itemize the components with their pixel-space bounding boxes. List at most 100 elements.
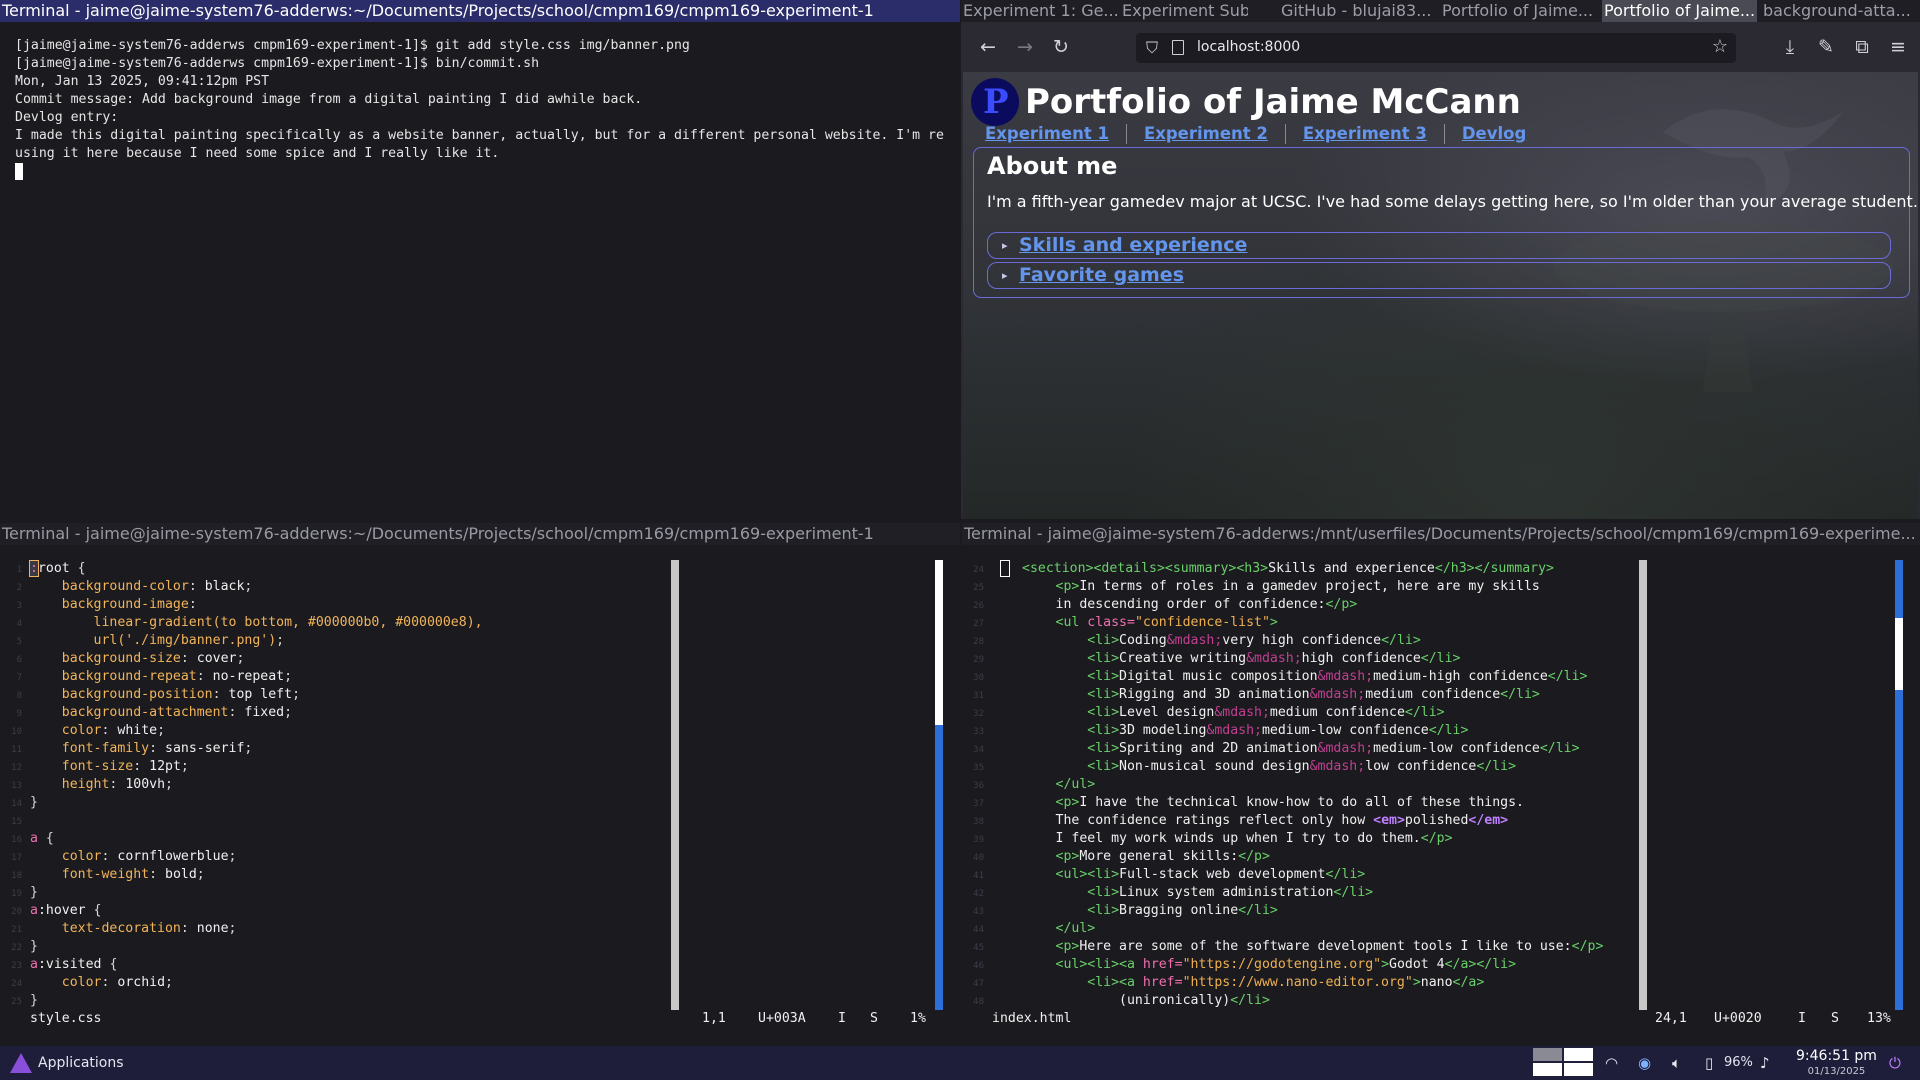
reload-icon[interactable]: ↻: [1048, 34, 1074, 60]
terminal-1[interactable]: [jaime@jaime-system76-adderws cmpm169-ex…: [0, 22, 960, 519]
about-heading: About me: [987, 152, 1118, 180]
code-line: 24 <section><details><summary><h3>Skills …: [973, 560, 1554, 577]
clock-date: 01/13/2025: [1807, 1066, 1866, 1077]
code-line: 25}: [11, 993, 38, 1008]
notification-bell-icon[interactable]: ♪: [1760, 1054, 1770, 1072]
code-line: 33 <li>3D modeling&mdash;medium-low conf…: [973, 723, 1469, 738]
nav-link-devlog[interactable]: Devlog: [1462, 124, 1543, 144]
code-line: 10 color: white;: [11, 723, 166, 738]
details-summary[interactable]: Skills and experience: [1019, 234, 1247, 256]
editor-scrollbar[interactable]: [1639, 560, 1647, 1010]
menu-icon[interactable]: ≡: [1885, 34, 1911, 60]
code-line: 9 background-attachment: fixed;: [16, 705, 293, 720]
code-line: 23 a:visited {: [11, 957, 118, 972]
browser-tab[interactable]: GitHub - blujai83...: [1279, 0, 1434, 22]
browser-tab[interactable]: Experiment Sub...: [1120, 0, 1248, 22]
code-line: 18 font-weight: bold;: [11, 867, 205, 882]
power-icon[interactable]: ⏻: [1889, 1054, 1901, 1072]
browser-tab-active[interactable]: Portfolio of Jaime...: [1602, 0, 1757, 22]
url-text[interactable]: localhost:8000: [1197, 39, 1300, 55]
applications-menu-button[interactable]: Applications: [8, 1052, 124, 1074]
wifi-icon[interactable]: ◠: [1605, 1054, 1618, 1072]
code-line: 41 <ul><li>Full-stack web development</l…: [973, 867, 1366, 882]
site-logo[interactable]: P: [971, 78, 1019, 126]
code-line: 14}: [11, 795, 38, 810]
workspace-2[interactable]: [1564, 1048, 1593, 1061]
scrollbar-track[interactable]: [1895, 560, 1903, 618]
status-position: 1,1: [702, 1011, 726, 1026]
volume-icon[interactable]: 🔈︎: [1672, 1054, 1681, 1072]
workspace-4[interactable]: [1564, 1063, 1593, 1076]
forward-arrow-icon[interactable]: →: [1012, 34, 1038, 60]
browser-tab[interactable]: Experiment 1: Ge...: [961, 0, 1118, 22]
extensions-icon[interactable]: ⧉: [1849, 34, 1875, 60]
url-bar[interactable]: ⛉ localhost:8000 ☆: [1136, 33, 1736, 63]
code-line: 48 (unironically)</li>: [973, 993, 1270, 1008]
code-line: 45 <p>Here are some of the software deve…: [973, 939, 1604, 954]
terminal-line: Mon, Jan 13 2025, 09:41:12pm PST: [15, 74, 270, 89]
scrollbar-track[interactable]: [1895, 690, 1903, 1010]
code-line: 43 <li>Bragging online</li>: [973, 903, 1278, 918]
details-summary[interactable]: Favorite games: [1019, 264, 1184, 286]
nav-link-experiment-1[interactable]: Experiment 1: [985, 124, 1127, 144]
disclosure-triangle-icon: ▸: [1002, 269, 1008, 282]
code-line: 34 <li>Spriting and 2D animation&mdash;m…: [973, 741, 1580, 756]
code-line: 2 background-color: black;: [16, 579, 253, 594]
code-line: 20 a:hover {: [11, 903, 102, 918]
code-line: 5 url('./img/banner.png');: [16, 633, 285, 648]
html-editor[interactable]: 24 <section><details><summary><h3>Skills …: [962, 556, 1920, 1016]
wrench-icon[interactable]: ✎: [1813, 34, 1839, 60]
scrollbar-thumb[interactable]: [935, 560, 943, 725]
about-section: About me I'm a fifth-year gamedev major …: [973, 147, 1918, 298]
terminal-line: Devlog entry:: [15, 110, 119, 125]
code-line: 31 <li>Rigging and 3D animation&mdash;me…: [973, 687, 1540, 702]
shield-icon[interactable]: ⛉: [1146, 38, 1158, 58]
css-editor[interactable]: 1:root { 2 background-color: black; 3 ba…: [0, 556, 960, 1016]
status-filename: index.html: [992, 1011, 1072, 1026]
nav-link-experiment-2[interactable]: Experiment 2: [1144, 124, 1286, 144]
status-s: S: [1831, 1011, 1839, 1026]
code-line: 35 <li>Non-musical sound design&mdash;lo…: [973, 759, 1517, 774]
workspace-switcher[interactable]: [1533, 1048, 1595, 1078]
code-line: 13 height: 100vh;: [11, 777, 173, 792]
bookmark-star-icon[interactable]: ☆: [1712, 36, 1728, 57]
status-char: U+0020: [1714, 1011, 1762, 1026]
browser-viewport: P Portfolio of Jaime McCann Experiment 1…: [963, 72, 1918, 519]
clock-time: 9:46:51 pm: [1796, 1048, 1877, 1064]
battery-icon[interactable]: ▯: [1705, 1054, 1713, 1072]
nav-link-experiment-3[interactable]: Experiment 3: [1303, 124, 1445, 144]
workspace-1[interactable]: [1533, 1048, 1562, 1061]
download-icon[interactable]: ⤓: [1777, 34, 1803, 60]
scrollbar-track[interactable]: [935, 725, 943, 1010]
code-line: 4 linear-gradient(to bottom, #000000b0, …: [16, 615, 483, 630]
status-percent: 13%: [1867, 1011, 1891, 1026]
editor-scrollbar[interactable]: [671, 560, 679, 1010]
code-line: 24 color: orchid;: [11, 975, 173, 990]
code-line: 11 font-family: sans-serif;: [11, 741, 253, 756]
status-position: 24,1: [1655, 1011, 1687, 1026]
browser-tab[interactable]: background-atta...: [1761, 0, 1920, 22]
browser-tab[interactable]: Portfolio of Jaime...: [1440, 0, 1597, 22]
code-line: 1:root {: [16, 560, 86, 577]
code-line: 6 background-size: cover;: [16, 651, 245, 666]
terminal-line: [jaime@jaime-system76-adderws cmpm169-ex…: [15, 38, 690, 53]
details-skills[interactable]: ▸ Skills and experience: [987, 232, 1891, 259]
browser-toolbar: ← → ↻ ⛉ localhost:8000 ☆ ⤓ ✎ ⧉ ≡: [961, 22, 1920, 72]
code-line: 39 I feel my work winds up when I try to…: [973, 831, 1453, 846]
clock[interactable]: 9:46:51 pm 01/13/2025: [1796, 1048, 1877, 1078]
sync-icon[interactable]: ◉: [1638, 1054, 1651, 1072]
disclosure-triangle-icon: ▸: [1002, 239, 1008, 252]
code-line: 47 <li><a href="https://www.nano-editor.…: [973, 975, 1485, 990]
code-line: 36 </ul>: [973, 777, 1096, 792]
browser-tab-bar: Experiment 1: Ge... Experiment Sub... Gi…: [961, 0, 1920, 22]
code-line: 44 </ul>: [973, 921, 1096, 936]
terminal-line: [jaime@jaime-system76-adderws cmpm169-ex…: [15, 56, 540, 71]
code-line: 28 <li>Coding&mdash;very high confidence…: [973, 633, 1421, 648]
status-percent: 1%: [910, 1011, 926, 1026]
workspace-3[interactable]: [1533, 1063, 1562, 1076]
scrollbar-thumb[interactable]: [1895, 618, 1903, 690]
terminal-cursor: [15, 163, 23, 180]
code-line: 25 <p>In terms of roles in a gamedev pro…: [973, 579, 1540, 594]
details-favorite-games[interactable]: ▸ Favorite games: [987, 262, 1891, 289]
back-arrow-icon[interactable]: ←: [975, 34, 1001, 60]
